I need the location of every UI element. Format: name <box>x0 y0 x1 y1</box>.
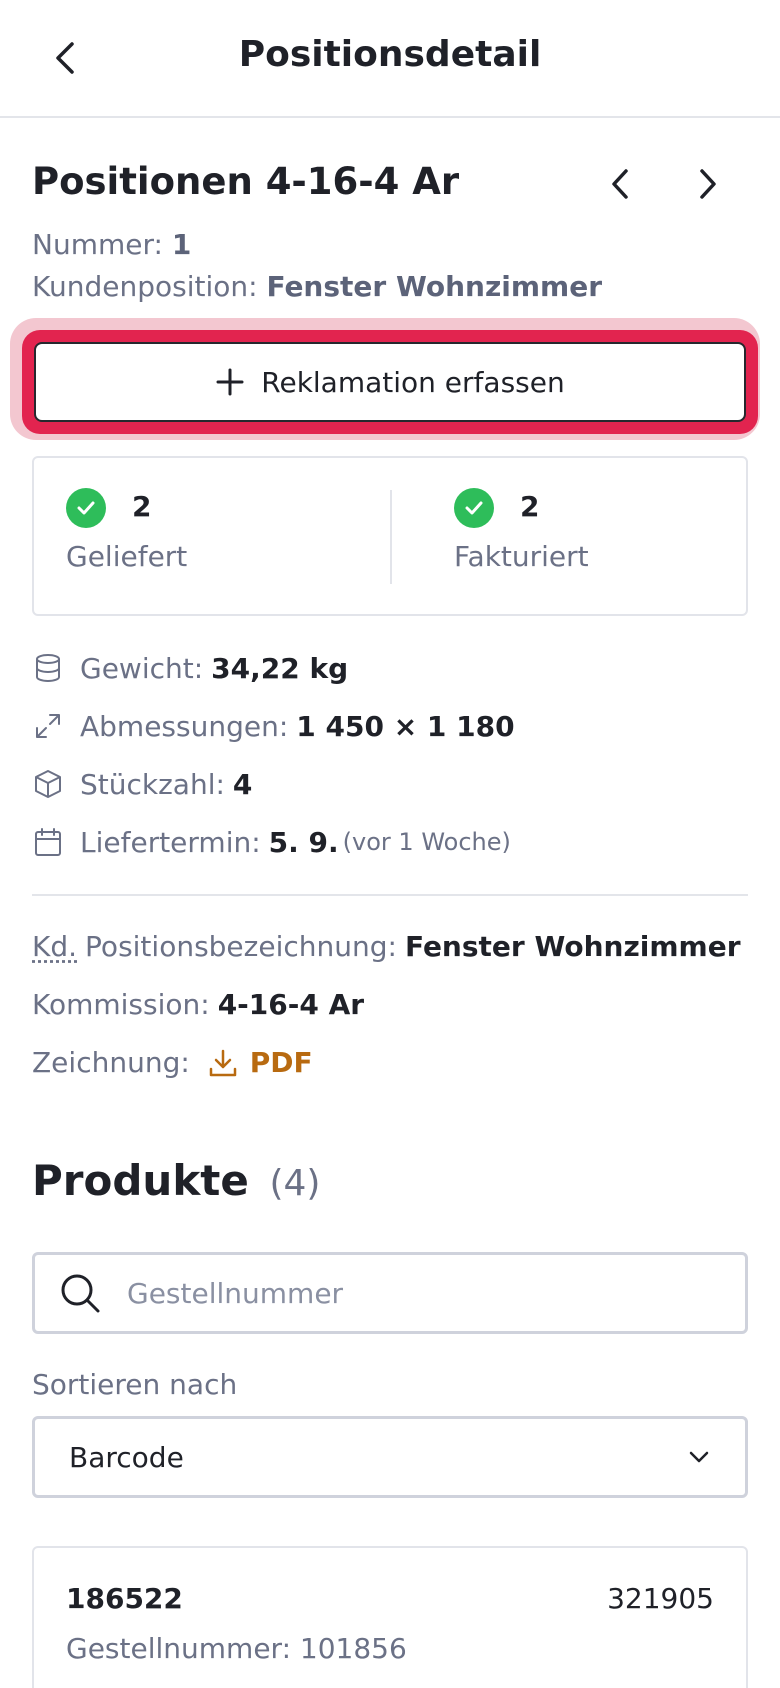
pdf-download-link[interactable]: PDF <box>208 1046 313 1079</box>
chevron-right-icon <box>700 169 716 199</box>
kundenposition-value: Fenster Wohnzimmer <box>266 270 603 303</box>
search-input[interactable] <box>127 1276 687 1310</box>
search-field[interactable] <box>32 1252 748 1334</box>
gestellnummer-value: 101856 <box>299 1632 407 1665</box>
spec-abmessungen: Abmessungen: 1 450 × 1 180 <box>32 706 515 746</box>
product-number: 321905 <box>607 1582 714 1615</box>
abmessungen-label: Abmessungen: <box>80 709 289 743</box>
kd-abbreviation: Kd. <box>32 930 78 963</box>
search-icon <box>57 1270 103 1316</box>
positionsbezeichnung-value: Fenster Wohnzimmer <box>404 930 741 963</box>
product-gestellnummer: Gestellnummer: 101856 <box>66 1632 407 1665</box>
liefertermin-value: 5. 9. <box>268 825 339 859</box>
previous-position-button[interactable] <box>598 162 642 206</box>
gewicht-value: 34,22 kg <box>211 651 349 685</box>
check-icon <box>454 488 494 528</box>
gewicht-label: Gewicht: <box>80 651 204 685</box>
stueckzahl-label: Stückzahl: <box>80 767 225 801</box>
sort-select[interactable]: Barcode <box>32 1416 748 1498</box>
database-icon <box>32 652 64 684</box>
kundenposition-label: Kundenposition: <box>32 270 258 303</box>
liefertermin-relative: (vor 1 Woche) <box>342 828 511 856</box>
chevron-down-icon <box>689 1451 709 1463</box>
pdf-link-label: PDF <box>249 1046 313 1079</box>
kommission-row: Kommission: 4-16-4 Ar <box>32 988 364 1021</box>
position-title: Positionen 4-16-4 Ar <box>32 160 460 203</box>
positionsbezeichnung-row: Kd. Positionsbezeichnung: Fenster Wohnzi… <box>32 930 741 963</box>
produkte-count: (4) <box>269 1163 321 1204</box>
reklamation-label: Reklamation erfassen <box>261 365 565 399</box>
product-card[interactable]: 186522 321905 Gestellnummer: 101856 <box>32 1546 748 1688</box>
kommission-value: 4-16-4 Ar <box>217 988 365 1021</box>
produkte-title: Produkte (4) <box>32 1156 320 1205</box>
product-barcode: 186522 <box>66 1582 183 1615</box>
liefertermin-label: Liefertermin: <box>80 825 261 859</box>
fakturiert-label: Fakturiert <box>454 540 589 573</box>
nummer-label: Nummer: <box>32 228 163 261</box>
check-icon <box>66 488 106 528</box>
reklamation-erfassen-button[interactable]: Reklamation erfassen <box>34 342 746 422</box>
geliefert-count: 2 <box>132 490 152 523</box>
positionsbezeichnung-label: Positionsbezeichnung: <box>85 930 397 963</box>
next-position-button[interactable] <box>686 162 730 206</box>
sort-label: Sortieren nach <box>32 1368 238 1401</box>
expand-icon <box>32 710 64 742</box>
plus-icon <box>216 368 244 396</box>
fakturiert-count: 2 <box>520 490 540 523</box>
geliefert-label: Geliefert <box>66 540 188 573</box>
produkte-title-text: Produkte <box>32 1156 249 1205</box>
kundenposition: Kundenposition: Fenster Wohnzimmer <box>32 270 602 303</box>
spec-stueckzahl: Stückzahl: 4 <box>32 764 252 804</box>
divider <box>32 894 748 896</box>
spec-liefertermin: Liefertermin: 5. 9. (vor 1 Woche) <box>32 822 511 862</box>
position-number: Nummer: 1 <box>32 228 191 261</box>
stueckzahl-value: 4 <box>232 767 253 801</box>
download-icon <box>209 1049 237 1076</box>
chevron-left-icon <box>612 169 628 199</box>
top-app-bar: Positionsdetail <box>0 0 780 118</box>
status-divider <box>390 490 392 584</box>
sort-value: Barcode <box>69 1440 184 1474</box>
zeichnung-label: Zeichnung: <box>32 1046 190 1079</box>
abmessungen-value: 1 450 × 1 180 <box>296 709 515 743</box>
page-title: Positionsdetail <box>238 34 542 75</box>
nummer-value: 1 <box>171 228 192 261</box>
box-icon <box>32 768 64 800</box>
spec-gewicht: Gewicht: 34,22 kg <box>32 648 348 688</box>
status-card: 2 Geliefert 2 Fakturiert <box>32 456 748 616</box>
zeichnung-row: Zeichnung: PDF <box>32 1046 313 1079</box>
gestellnummer-label: Gestellnummer: <box>66 1632 291 1665</box>
calendar-icon <box>32 826 64 858</box>
kommission-label: Kommission: <box>32 988 210 1021</box>
